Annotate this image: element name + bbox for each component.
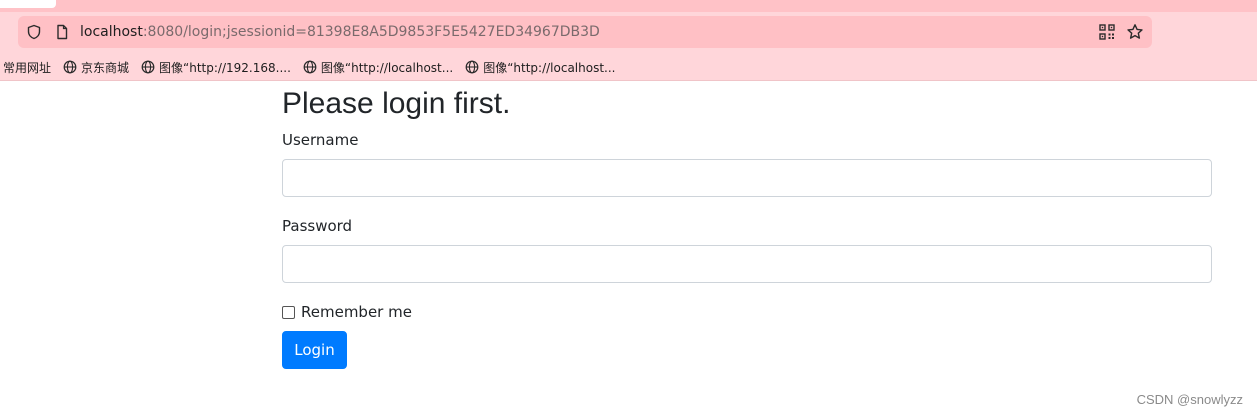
shield-icon[interactable] bbox=[26, 24, 42, 40]
bookmark-label: 图像“http://localhost... bbox=[483, 60, 616, 75]
watermark: CSDN @snowlyzz bbox=[1136, 392, 1243, 407]
url-path: :8080/login;jsessionid=81398E8A5D9853F5E… bbox=[142, 24, 600, 40]
bookmark-item[interactable]: 图像“http://localhost... bbox=[465, 57, 616, 77]
password-label: Password bbox=[282, 217, 353, 235]
username-input[interactable] bbox=[282, 159, 1212, 197]
bookmark-label: 常用网址 bbox=[3, 60, 52, 75]
bookmark-item[interactable]: 常用网址 bbox=[3, 57, 51, 77]
globe-icon bbox=[141, 60, 155, 74]
login-form: Please login first. Username Password Re… bbox=[282, 84, 1212, 369]
url-host: localhost bbox=[80, 24, 143, 40]
remember-me[interactable]: Remember me bbox=[282, 302, 412, 322]
username-label: Username bbox=[282, 131, 359, 149]
active-tab[interactable] bbox=[0, 0, 56, 8]
page-title: Please login first. bbox=[282, 87, 511, 120]
password-input[interactable] bbox=[282, 245, 1212, 283]
globe-icon bbox=[63, 60, 77, 74]
qr-code-icon[interactable] bbox=[1098, 23, 1116, 41]
bookmark-label: 京东商城 bbox=[81, 60, 130, 75]
login-button[interactable]: Login bbox=[282, 331, 347, 369]
browser-chrome: localhost:8080/login;jsessionid=81398E8A… bbox=[0, 0, 1257, 81]
globe-icon bbox=[465, 60, 479, 74]
page-icon bbox=[54, 24, 70, 40]
bookmark-item[interactable]: 京东商城 bbox=[63, 57, 129, 77]
bookmark-item[interactable]: 图像“http://192.168.... bbox=[141, 57, 291, 77]
bookmarks-bar: 常用网址 京东商城 图像“http://192.168.... 图像“http:… bbox=[0, 57, 616, 77]
bookmark-label: 图像“http://192.168.... bbox=[159, 60, 291, 75]
star-icon[interactable] bbox=[1126, 23, 1144, 41]
remember-me-checkbox[interactable] bbox=[282, 305, 295, 319]
tab-strip bbox=[0, 0, 1257, 12]
remember-me-label[interactable]: Remember me bbox=[301, 302, 412, 322]
bookmark-item[interactable]: 图像“http://localhost... bbox=[303, 57, 453, 77]
url-text[interactable]: localhost:8080/login;jsessionid=81398E8A… bbox=[80, 22, 600, 42]
bookmark-label: 图像“http://localhost... bbox=[320, 60, 454, 75]
address-bar[interactable]: localhost:8080/login;jsessionid=81398E8A… bbox=[18, 16, 1152, 48]
globe-icon bbox=[303, 60, 317, 74]
